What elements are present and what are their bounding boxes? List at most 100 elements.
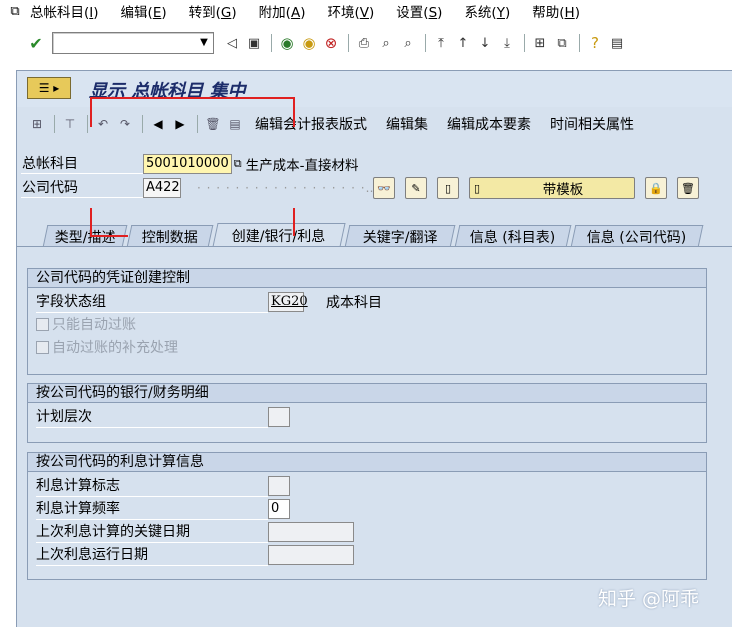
tab-strip: 类型/描述 控制数据 创建/银行/利息 关键字/翻译 信息 (科目表) 信息 (… <box>42 223 705 247</box>
hierarchy-icon[interactable]: ⊞ <box>27 114 47 134</box>
create-button[interactable]: ▯ <box>437 177 459 199</box>
previous-page-icon[interactable]: ↑ <box>453 33 473 53</box>
edit-pencil-button[interactable]: ✎ <box>405 177 427 199</box>
next-page-icon[interactable]: ↓ <box>475 33 495 53</box>
planning-level-field[interactable] <box>268 407 290 427</box>
trash-icon: 🗑 <box>681 181 695 195</box>
glasses-display-button[interactable]: 👓 <box>373 177 395 199</box>
tab-info-company-code[interactable]: 信息 (公司代码) <box>570 225 704 247</box>
annotation-line <box>293 208 295 236</box>
planning-level-row: 计划层次 <box>36 406 290 428</box>
menu-item-extras[interactable]: 附加(A) <box>259 1 306 21</box>
tab-control-data[interactable]: 控制数据 <box>126 225 214 247</box>
lock-button[interactable]: 🔒 <box>645 177 667 199</box>
chevron-down-icon[interactable]: ▼ <box>197 36 211 50</box>
account-field[interactable]: 5001010000 <box>143 154 232 174</box>
menu-item-edit[interactable]: 编辑(E) <box>121 1 167 21</box>
menu-item-account[interactable]: 总帐科目(I) <box>30 1 99 21</box>
command-field[interactable]: ▼ <box>52 32 214 54</box>
group-title: 按公司代码的利息计算信息 <box>28 453 706 472</box>
menu-icon: ☰ ▸ <box>38 81 60 95</box>
next-icon[interactable]: ▶ <box>170 114 190 134</box>
toolbar-separator <box>54 115 55 133</box>
post-automatically-checkbox[interactable]: 只能自动过账 <box>36 314 136 334</box>
field-status-field[interactable]: KG20 <box>268 292 308 312</box>
interest-frequency-field[interactable]: 0 <box>268 499 290 519</box>
find-next-icon[interactable]: ⌕ <box>398 33 418 53</box>
delete-icon[interactable]: 🗑 <box>203 114 223 134</box>
document-creation-control-group: 公司代码的凭证创建控制 字段状态组 KG20 成本科目 只能自动过账 自动过账的… <box>27 268 707 375</box>
back-icon[interactable]: ◉ <box>277 33 297 53</box>
account-label: 总帐科目 <box>21 154 143 174</box>
back-arrow-icon[interactable]: ◁ <box>222 33 242 53</box>
last-key-date-label: 上次利息计算的关键日期 <box>36 522 268 543</box>
menu-item-goto[interactable]: 转到(G) <box>189 1 237 21</box>
lock-icon: 🔒 <box>649 181 663 195</box>
edit-cost-element-button[interactable]: 编辑成本要素 <box>447 114 531 134</box>
annotation-line <box>293 97 295 127</box>
company-code-label: 公司代码 <box>21 178 143 198</box>
page-title: 显示 总帐科目 集中 <box>89 81 246 102</box>
time-dependent-attributes-button[interactable]: 时间相关属性 <box>550 114 634 134</box>
annotation-line <box>90 97 294 99</box>
application-toolbar: ⊞ ⊤ ↶ ↷ ◀ ▶ 🗑 ▤ 编辑会计报表版式 编辑集 编辑成本要素 时间相关… <box>17 109 732 139</box>
structure-icon[interactable]: ⊤ <box>60 114 80 134</box>
document-icon[interactable]: ▤ <box>225 114 245 134</box>
menu-item-environment[interactable]: 环境(V) <box>327 1 374 21</box>
company-name-blurred: · · · · · · · · · · · · · · · · · ·… <box>197 181 373 195</box>
main-screen: ☰ ▸ 显示 总帐科目 集中 ⊞ ⊤ ↶ ↷ ◀ ▶ 🗑 ▤ 编辑会计报表版式 … <box>16 70 732 627</box>
title-bar: ☰ ▸ 显示 总帐科目 集中 <box>17 71 732 107</box>
tab-create-bank-interest[interactable]: 创建/银行/利息 <box>212 223 346 247</box>
edit-set-button[interactable]: 编辑集 <box>386 114 428 134</box>
last-key-date-field[interactable] <box>268 522 354 542</box>
title-menu-button[interactable]: ☰ ▸ <box>27 77 71 99</box>
delete-button[interactable]: 🗑 <box>677 177 699 199</box>
interest-frequency-row: 利息计算频率 0 <box>36 498 290 520</box>
menu-item-settings[interactable]: 设置(S) <box>396 1 442 21</box>
tab-keywords-translation[interactable]: 关键字/翻译 <box>344 225 456 247</box>
toolbar-separator <box>142 115 143 133</box>
last-page-icon[interactable]: ⤓ <box>497 33 517 53</box>
annotation-line <box>90 235 128 237</box>
tab-divider <box>17 246 732 247</box>
toolbar-separator <box>197 115 198 133</box>
copy-icon[interactable]: ⧉ <box>234 157 242 171</box>
exit-icon[interactable]: ◉ <box>299 33 319 53</box>
bank-financial-details-group: 按公司代码的银行/财务明细 计划层次 <box>27 383 707 443</box>
account-row: 总帐科目 5001010000 ⧉ 生产成本-直接材料 <box>21 153 358 175</box>
interest-calculation-group: 按公司代码的利息计算信息 利息计算标志 利息计算频率 0 上次利息计算的关键日期… <box>27 452 707 580</box>
interest-indicator-field[interactable] <box>268 476 290 496</box>
field-status-label: 字段状态组 <box>36 292 268 313</box>
system-menu-icon[interactable]: ⧉ <box>0 2 30 20</box>
tab-info-chart-of-accounts[interactable]: 信息 (科目表) <box>454 225 572 247</box>
supplement-auto-post-checkbox[interactable]: 自动过账的补充处理 <box>36 337 178 357</box>
group-title: 公司代码的凭证创建控制 <box>28 269 706 288</box>
menu-item-system[interactable]: 系统(Y) <box>464 1 510 21</box>
first-page-icon[interactable]: ⤒ <box>431 33 451 53</box>
enter-check-icon[interactable]: ✔ <box>26 33 46 53</box>
undo-icon[interactable]: ↶ <box>93 114 113 134</box>
save-icon[interactable]: ▣ <box>244 33 264 53</box>
standard-toolbar: ✔ ▼ ◁ ▣ ◉ ◉ ⊗ ⎙ ⌕ ⌕ ⤒ ↑ ↓ ⤓ ⊞ ⧉ ? ▤ <box>0 25 732 61</box>
company-code-field[interactable]: A422 <box>143 178 181 198</box>
cancel-icon[interactable]: ⊗ <box>321 33 341 53</box>
layout-menu-icon[interactable]: ▤ <box>607 33 627 53</box>
menu-item-help[interactable]: 帮助(H) <box>532 1 580 21</box>
last-run-date-field[interactable] <box>268 545 354 565</box>
post-automatically-row: 只能自动过账 <box>36 313 136 335</box>
checkbox-label: 只能自动过账 <box>52 317 136 333</box>
with-template-button[interactable]: ▯ 带模板 <box>469 177 635 199</box>
print-icon[interactable]: ⎙ <box>354 33 374 53</box>
edit-fs-version-button[interactable]: 编辑会计报表版式 <box>255 114 367 134</box>
pencil-icon: ✎ <box>411 181 421 195</box>
previous-icon[interactable]: ◀ <box>148 114 168 134</box>
interest-indicator-label: 利息计算标志 <box>36 476 268 497</box>
toolbar-separator <box>271 34 272 52</box>
shortcut-icon[interactable]: ⧉ <box>552 33 572 53</box>
find-icon[interactable]: ⌕ <box>376 33 396 53</box>
toolbar-separator <box>348 34 349 52</box>
annotation-line <box>90 208 92 236</box>
help-icon[interactable]: ? <box>585 33 605 53</box>
redo-icon[interactable]: ↷ <box>115 114 135 134</box>
new-session-icon[interactable]: ⊞ <box>530 33 550 53</box>
